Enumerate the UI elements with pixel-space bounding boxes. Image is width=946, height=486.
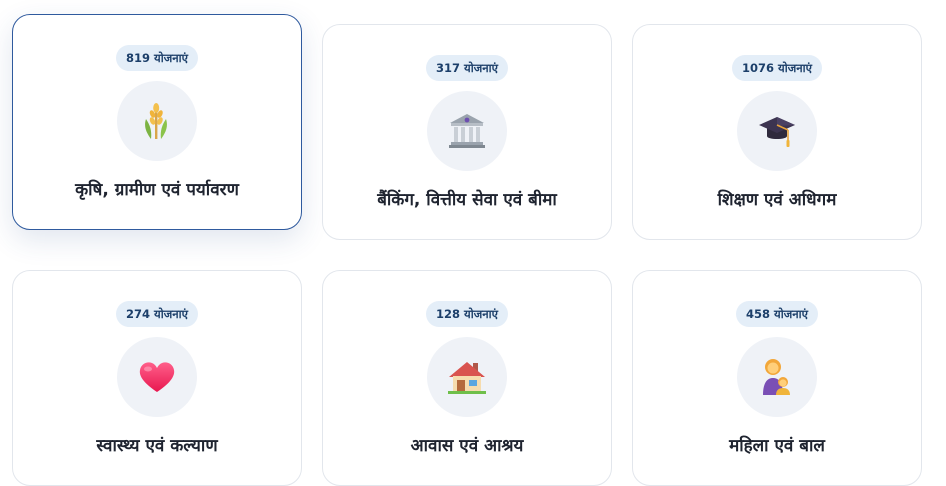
category-card-education[interactable]: 1076 योजनाएं शिक्षण एवं अधिगम [632,24,922,240]
wheat-icon [145,103,167,139]
category-title: बैंकिंग, वित्तीय सेवा एवं बीमा [377,190,557,210]
category-card-housing[interactable]: 128 योजनाएं आवास एवं आश्रय [322,270,612,486]
icon-circle [427,91,507,171]
category-title: कृषि, ग्रामीण एवं पर्यावरण [75,180,239,200]
category-card-health[interactable]: 274 योजनाएं स्वास्थ्य एवं कल्याण [12,270,302,486]
scheme-count-badge: 458 योजनाएं [736,301,818,327]
category-card-banking[interactable]: 317 योजनाएं बैंकिंग, वित्तीय सेवा एवं बी… [322,24,612,240]
category-title: आवास एवं आश्रय [410,436,524,456]
category-title: स्वास्थ्य एवं कल्याण [96,436,218,456]
scheme-count-badge: 274 योजनाएं [116,301,198,327]
icon-circle [117,81,197,161]
house-icon [448,362,486,394]
scheme-count-badge: 819 योजनाएं [116,45,198,71]
scheme-count-badge: 128 योजनाएं [426,301,508,327]
heart-icon [139,362,175,392]
scheme-category-grid: 819 योजनाएं कृषि, ग्रामीण एवं पर्यावरण 3… [12,14,933,486]
category-card-agriculture[interactable]: 819 योजनाएं कृषि, ग्रामीण एवं पर्यावरण [12,14,302,230]
icon-circle [737,337,817,417]
category-card-women-child[interactable]: 458 योजनाएं महिला एवं बाल [632,270,922,486]
icon-circle [427,337,507,417]
category-title: शिक्षण एवं अधिगम [717,190,837,210]
category-title: महिला एवं बाल [729,436,825,456]
icon-circle [117,337,197,417]
scheme-count-badge: 317 योजनाएं [426,55,508,81]
scheme-count-badge: 1076 योजनाएं [732,55,822,81]
bank-icon [449,114,485,148]
icon-circle [737,91,817,171]
woman-and-child-icon [763,359,790,395]
graduation-cap-icon [759,117,795,147]
